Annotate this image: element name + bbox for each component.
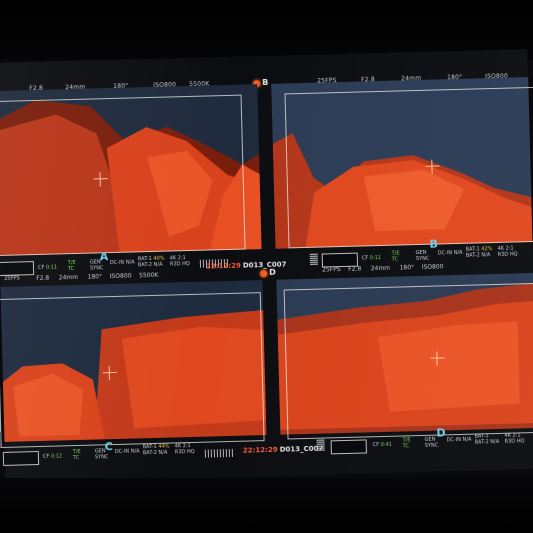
dcin-a: DC-IN N/A bbox=[109, 259, 135, 267]
battery-c: BAT-1 44% BAT-2 N/A bbox=[142, 443, 170, 457]
format-d: 4K 2:1 R3D HQ bbox=[504, 432, 525, 445]
crosshair-b bbox=[425, 159, 439, 173]
timecode-bottom: 22:12:29 D013_C007 bbox=[242, 444, 324, 455]
histogram-c bbox=[2, 451, 40, 466]
crosshair-a bbox=[93, 172, 107, 186]
crosshair-d bbox=[430, 351, 444, 365]
audio-meter-c bbox=[204, 448, 235, 458]
te-tc-b: T/E TC bbox=[391, 250, 400, 263]
monitor-screen: F2.8 24mm 180° ISO800 5500K 25FPS F2.8 2… bbox=[0, 49, 533, 483]
dcin-b: DC-IN N/A bbox=[437, 249, 463, 257]
monitor-bezel-bottom bbox=[0, 478, 533, 533]
gen-sync-b: GEN SYNC bbox=[415, 249, 430, 263]
cf-a: CF 0:11 bbox=[37, 264, 58, 271]
histogram-d bbox=[330, 439, 367, 455]
cf-c: CF 0:12 bbox=[42, 453, 63, 460]
cf-d: CF 0:41 bbox=[372, 441, 393, 449]
format-a: 4K 2:1 R3D HQ bbox=[169, 255, 190, 268]
tag-b-top: B bbox=[262, 77, 269, 88]
battery-a: BAT-1 40% BAT-2 N/A bbox=[137, 255, 165, 269]
level-meter-d bbox=[316, 438, 325, 451]
lens-info-b: 25FPS F2.8 24mm 180° ISO800 bbox=[322, 263, 444, 274]
te-tc-c: T/E TC bbox=[72, 448, 81, 462]
level-meter-b bbox=[309, 252, 318, 265]
frameline-d bbox=[283, 282, 533, 440]
battery-b: BAT-1 42% BAT-2 N/A bbox=[465, 246, 493, 259]
tag-d-mid: D bbox=[269, 267, 276, 277]
crosshair-c bbox=[103, 366, 117, 380]
histogram-a bbox=[0, 261, 35, 277]
te-tc-d: T/E TC bbox=[402, 437, 411, 450]
gen-sync-c: GEN SYNC bbox=[94, 448, 109, 461]
frameline-a bbox=[0, 94, 246, 257]
dcin-c: DC-IN N/A bbox=[114, 448, 140, 456]
frameline-c bbox=[0, 292, 265, 449]
gen-sync-a: GEN SYNC bbox=[89, 259, 104, 272]
dcin-d: DC-IN N/A bbox=[446, 436, 472, 444]
fps-a: 25FPS bbox=[4, 275, 20, 282]
gen-sync-d: GEN SYNC bbox=[424, 436, 439, 449]
record-indicator-mid bbox=[260, 269, 268, 278]
format-c: 4K 2:1 R3D HQ bbox=[174, 443, 195, 456]
cf-b: CF 0:11 bbox=[361, 254, 382, 262]
frameline-b bbox=[284, 86, 533, 249]
panel-label-b: B bbox=[429, 237, 439, 251]
format-b: 4K 2:1 R3D HQ bbox=[497, 245, 518, 258]
te-tc-a: T/E TC bbox=[67, 259, 76, 273]
lens-info-a: F2.8 24mm 180° ISO800 5500K bbox=[36, 271, 159, 283]
battery-d: BAT-1 BAT-2 N/A bbox=[474, 433, 500, 446]
